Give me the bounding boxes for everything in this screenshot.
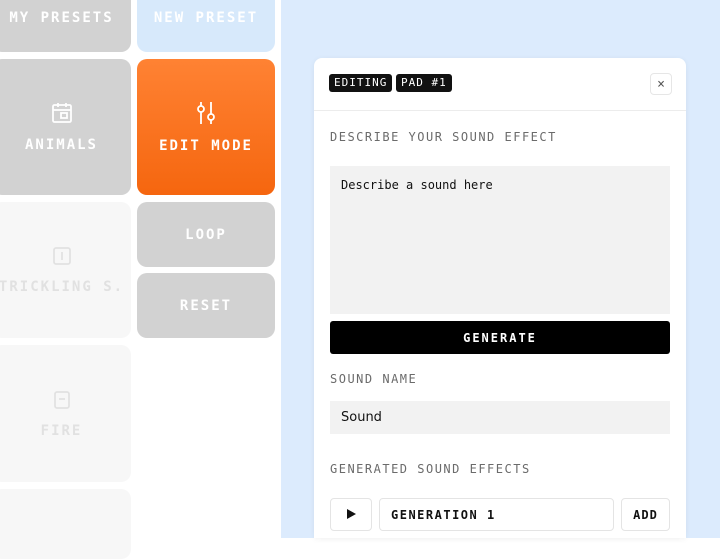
pad-empty[interactable] — [0, 489, 131, 559]
pad-label: EDIT MODE — [159, 138, 253, 154]
pad-fire[interactable]: FIRE — [0, 345, 131, 482]
pad-label: MY PRESETS — [9, 10, 114, 26]
editing-tag: EDITING — [329, 74, 393, 92]
pad-edit-mode[interactable]: EDIT MODE — [137, 59, 275, 195]
pad-loop[interactable]: LOOP — [137, 202, 275, 267]
calendar-icon — [50, 101, 74, 125]
play-icon — [345, 505, 357, 524]
describe-label: DESCRIBE YOUR SOUND EFFECT — [330, 130, 557, 144]
pad-number-tag: PAD #1 — [396, 74, 452, 92]
close-icon: × — [657, 76, 665, 92]
pad-my-presets[interactable]: MY PRESETS — [0, 0, 131, 52]
flame-icon — [51, 389, 73, 411]
editor-header: EDITING PAD #1 × — [314, 58, 686, 111]
sound-description-input[interactable]: Describe a sound here — [330, 166, 670, 314]
pad-label: FIRE — [40, 422, 83, 439]
add-button[interactable]: ADD — [621, 498, 670, 531]
generation-item[interactable]: GENERATION 1 — [379, 498, 614, 531]
pad-trickling[interactable]: TRICKLING S. — [0, 202, 131, 338]
pad-editor-panel: EDITING PAD #1 × DESCRIBE YOUR SOUND EFF… — [314, 58, 686, 538]
close-button[interactable]: × — [650, 73, 672, 95]
pad-label: NEW PRESET — [153, 10, 259, 26]
generated-effects-label: GENERATED SOUND EFFECTS — [330, 462, 531, 476]
pad-animals[interactable]: ANIMALS — [0, 59, 131, 195]
generate-button[interactable]: GENERATE — [330, 321, 670, 354]
play-button[interactable] — [330, 498, 372, 531]
pad-label: ANIMALS — [24, 137, 98, 153]
sound-name-label: SOUND NAME — [330, 372, 418, 386]
pad-new-preset[interactable]: NEW PRESET — [137, 0, 275, 52]
sound-name-input[interactable]: Sound — [330, 401, 670, 434]
numbered-pad-icon — [51, 245, 73, 267]
pad-label: RESET — [179, 297, 233, 314]
sliders-icon — [193, 100, 219, 126]
pad-label: TRICKLING S. — [0, 279, 125, 295]
pad-reset[interactable]: RESET — [137, 273, 275, 338]
pad-label: LOOP — [185, 226, 227, 243]
